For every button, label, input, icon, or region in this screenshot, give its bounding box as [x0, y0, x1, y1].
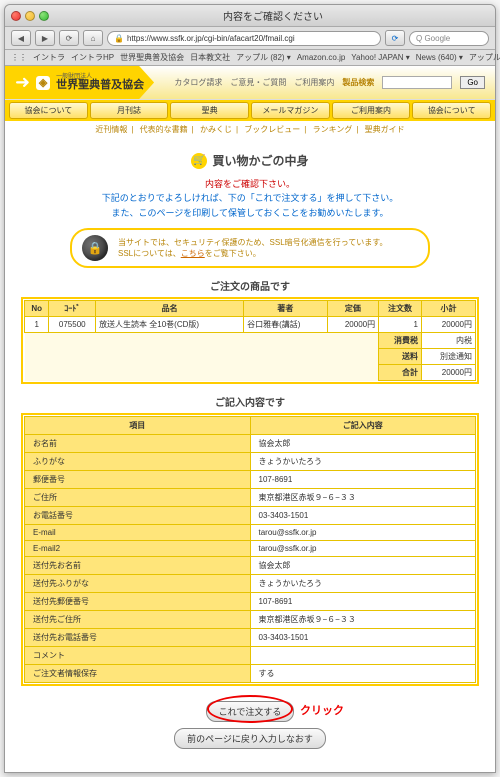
rss-button[interactable]: ⟳ — [385, 30, 405, 46]
ssl-link[interactable]: こちら — [181, 249, 205, 258]
bookmark[interactable]: News (640) ▾ — [416, 53, 463, 62]
info-heading: ご記入内容です — [21, 394, 479, 409]
annotation-click-label: クリック — [300, 702, 344, 718]
bookmark[interactable]: Amazon.co.jp — [297, 53, 345, 62]
arrow-icon: ➜ — [15, 72, 30, 93]
table-row: E-mail2tarou@ssfk.or.jp — [25, 541, 476, 557]
bookmark[interactable]: 日本教文社 — [190, 52, 230, 63]
back-button[interactable]: 前のページに戻り入力しなおす — [174, 728, 326, 749]
nav-item[interactable]: 月刊誌 — [90, 102, 169, 119]
padlock-icon: 🔒 — [82, 235, 108, 261]
home-button[interactable]: ⌂ — [83, 30, 103, 46]
table-row: 消費税内税 — [25, 333, 476, 349]
back-button[interactable]: ◀ — [11, 30, 31, 46]
table-row: ふりがなきょうかいたろう — [25, 453, 476, 471]
cart-icon: 🛒 — [191, 153, 207, 169]
nav-item[interactable]: 協会について — [412, 102, 491, 119]
subnav-item[interactable]: 代表的な書籍 — [136, 125, 192, 134]
bookmark[interactable]: イントラ — [33, 52, 65, 63]
ssl-notice: 🔒 当サイトでは、セキュリティ保護のため、SSL暗号化通信を行っています。 SS… — [70, 228, 430, 268]
reload-button[interactable]: ⟳ — [59, 30, 79, 46]
header-links[interactable]: カタログ請求 ご意見・ご質問 ご利用案内 — [174, 77, 334, 88]
bookmarks-bar: ⋮⋮ イントラ イントラHP 世界聖典普及協会 日本教文社 アップル (82) … — [5, 50, 495, 66]
site-logo[interactable]: 一般財団法人 世界聖典普及協会 — [56, 74, 144, 91]
nav-item[interactable]: メールマガジン — [251, 102, 330, 119]
url-bar[interactable]: 🔒https://www.ssfk.or.jp/cgi-bin/afacart2… — [107, 31, 381, 46]
confirmation-notice: 内容をご確認下さい。 下記のとおりでよろしければ、下の「これで注文する」を押して… — [21, 177, 479, 220]
minimize-icon[interactable] — [25, 11, 35, 21]
bookmark[interactable]: アップル (82) ▾ — [236, 52, 291, 63]
subnav-item[interactable]: 聖典ガイド — [361, 125, 409, 134]
table-row: お名前協会太郎 — [25, 435, 476, 453]
window-title: 内容をご確認ください — [57, 8, 489, 23]
logo-icon: ◈ — [36, 76, 50, 90]
subnav-item[interactable]: ランキング — [309, 125, 357, 134]
table-row: ご住所東京都港区赤坂９−６−３３ — [25, 489, 476, 507]
search-label: 製品検索 — [342, 77, 374, 88]
table-row: 1 075500 放送人生読本 全10巻(CD版) 谷口雅春(講話) 20000… — [25, 317, 476, 333]
bookmark[interactable]: Yahoo! JAPAN ▾ — [351, 53, 409, 62]
zoom-icon[interactable] — [39, 11, 49, 21]
search-go-button[interactable]: Go — [460, 76, 485, 89]
subnav-item[interactable]: 近刊情報 — [91, 125, 131, 134]
nav-item[interactable]: 協会について — [9, 102, 88, 119]
browser-search[interactable]: Q Google — [409, 31, 489, 46]
close-icon[interactable] — [11, 11, 21, 21]
table-row: コメント — [25, 647, 476, 665]
table-header-row: Noｺｰﾄﾞ品名 著者定価注文数小計 — [25, 301, 476, 317]
table-row: お電話番号03-3403-1501 — [25, 507, 476, 525]
site-header: ➜ ◈ 一般財団法人 世界聖典普及協会 カタログ請求 ご意見・ご質問 ご利用案内… — [5, 66, 495, 100]
bookmark[interactable]: アップル — [469, 52, 500, 63]
table-row: 送付先ふりがなきょうかいたろう — [25, 575, 476, 593]
forward-button[interactable]: ▶ — [35, 30, 55, 46]
subnav-item[interactable]: ブックレビュー — [240, 125, 304, 134]
bookmark[interactable]: イントラHP — [71, 52, 114, 63]
page-title: 🛒 買い物かごの中身 — [21, 152, 479, 169]
table-row: ご注文者情報保存する — [25, 665, 476, 683]
subnav-item[interactable]: かみくじ — [196, 125, 236, 134]
product-search-input[interactable] — [382, 76, 452, 89]
global-nav: 協会について 月刊誌 聖典 メールマガジン ご利用案内 協会について — [5, 100, 495, 121]
browser-toolbar: ◀ ▶ ⟳ ⌂ 🔒https://www.ssfk.or.jp/cgi-bin/… — [5, 27, 495, 50]
lock-icon: 🔒 — [114, 34, 124, 43]
nav-item[interactable]: 聖典 — [170, 102, 249, 119]
table-row: 郵便番号107-8691 — [25, 471, 476, 489]
table-row: 送付先ご住所東京都港区赤坂９−６−３３ — [25, 611, 476, 629]
bookmark-menu-icon[interactable]: ⋮⋮ — [11, 53, 27, 62]
table-row: 送付先お名前協会太郎 — [25, 557, 476, 575]
bookmark[interactable]: 世界聖典普及協会 — [120, 52, 184, 63]
order-table: Noｺｰﾄﾞ品名 著者定価注文数小計 1 075500 放送人生読本 全10巻(… — [24, 300, 476, 381]
window-titlebar: 内容をご確認ください — [5, 5, 495, 27]
table-row: 送料別途通知 — [25, 349, 476, 365]
sub-nav: 近刊情報| 代表的な書籍| かみくじ| ブックレビュー| ランキング| 聖典ガイ… — [5, 121, 495, 138]
table-row: 合計20000円 — [25, 365, 476, 381]
nav-item[interactable]: ご利用案内 — [332, 102, 411, 119]
table-row: 送付先郵便番号107-8691 — [25, 593, 476, 611]
customer-info-table: 項目ご記入内容 お名前協会太郎 ふりがなきょうかいたろう 郵便番号107-869… — [24, 416, 476, 683]
order-heading: ご注文の商品です — [21, 278, 479, 293]
table-row: E-mailtarou@ssfk.or.jp — [25, 525, 476, 541]
annotation-circle — [207, 695, 293, 723]
table-row: 送付先お電話番号03-3403-1501 — [25, 629, 476, 647]
